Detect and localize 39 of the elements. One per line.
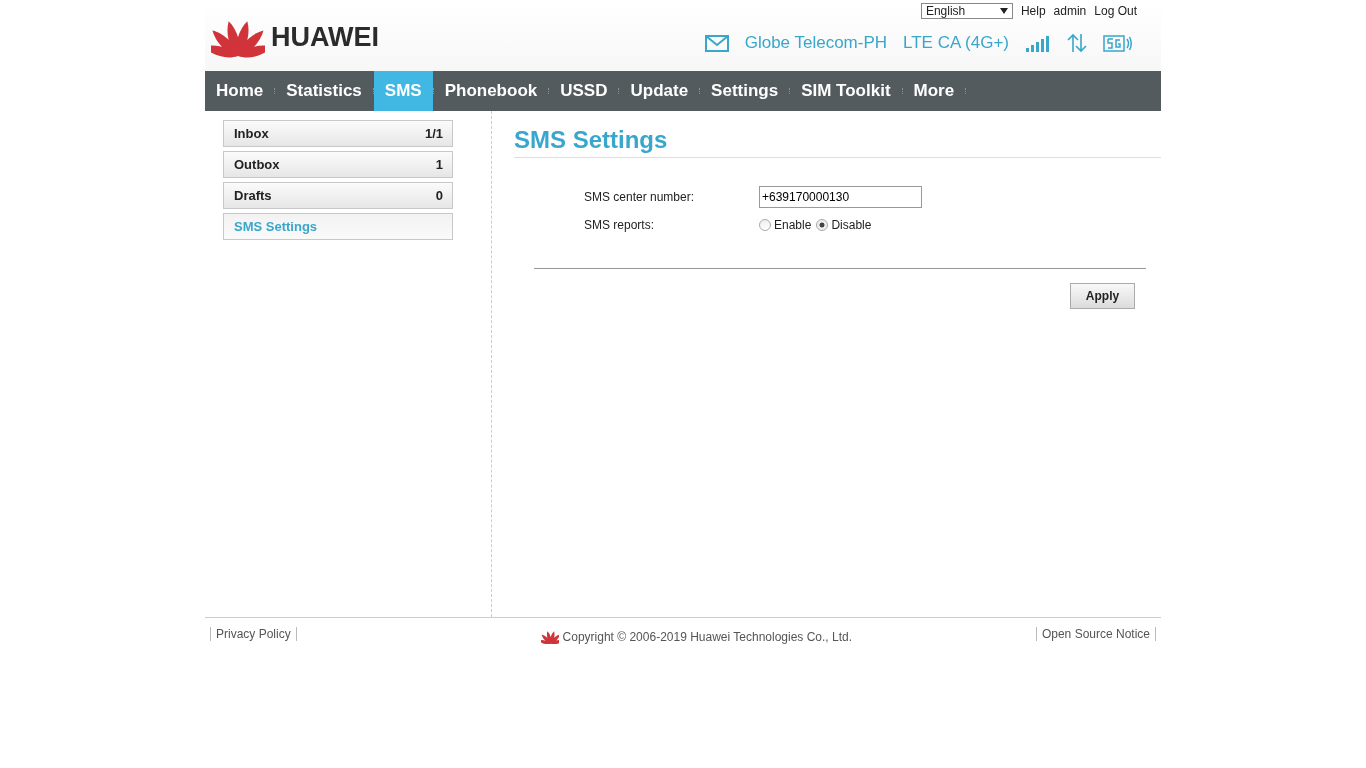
network-type: LTE CA (4G+)	[903, 33, 1009, 53]
sidebar-item[interactable]: Inbox 1/1	[223, 120, 453, 147]
nav-tab[interactable]: Update	[619, 71, 700, 111]
field-label: SMS center number:	[584, 190, 696, 204]
radio-label: Disable	[831, 218, 872, 232]
mail-icon	[704, 34, 729, 52]
sidebar-item[interactable]: Drafts 0	[223, 182, 453, 209]
caret-icon	[999, 8, 1008, 14]
footer-link[interactable]: Privacy Policy	[210, 627, 297, 641]
radio-button[interactable]	[816, 219, 829, 231]
item-count: 1	[435, 157, 443, 172]
radio-label: Enable	[774, 218, 812, 232]
radio-button[interactable]	[759, 219, 771, 231]
operator-name: Globe Telecom-PH	[744, 33, 888, 53]
footer-link[interactable]: Open Source Notice	[1035, 627, 1156, 641]
nav-tab[interactable]: More	[902, 71, 966, 111]
flower-logo-icon	[540, 630, 559, 644]
5g-signal-icon	[1103, 34, 1133, 52]
item-count: 0	[435, 188, 443, 203]
language-select[interactable]: English	[920, 3, 1013, 19]
header-link[interactable]: admin	[1053, 4, 1087, 18]
logo-text: HUAWEI	[271, 22, 379, 53]
nav-tab[interactable]: Phonebook	[433, 71, 549, 111]
nav-tab[interactable]: Home	[205, 71, 275, 111]
page-title: SMS Settings	[514, 126, 1161, 158]
nav-tab[interactable]: USSD	[549, 71, 619, 111]
nav-tab[interactable]: Statistics	[275, 71, 373, 111]
field-label: SMS reports:	[584, 218, 656, 232]
signal-icon	[1025, 34, 1051, 52]
copyright-text: Copyright © 2006-2019 Huawei Technologies Co., Ltd.	[562, 630, 853, 644]
item-count: 1/1	[424, 126, 443, 141]
apply-button[interactable]: Apply	[1070, 283, 1135, 309]
nav-tab[interactable]: SIM Toolkit	[790, 71, 902, 111]
nav-tab[interactable]: Settings	[700, 71, 790, 111]
input-field[interactable]: +639170000130	[759, 186, 922, 208]
header-link[interactable]: Help	[1020, 4, 1046, 18]
data-transfer-icon	[1067, 33, 1087, 53]
sidebar-item[interactable]: Outbox 1	[223, 151, 453, 178]
header-link[interactable]: Log Out	[1094, 4, 1137, 18]
